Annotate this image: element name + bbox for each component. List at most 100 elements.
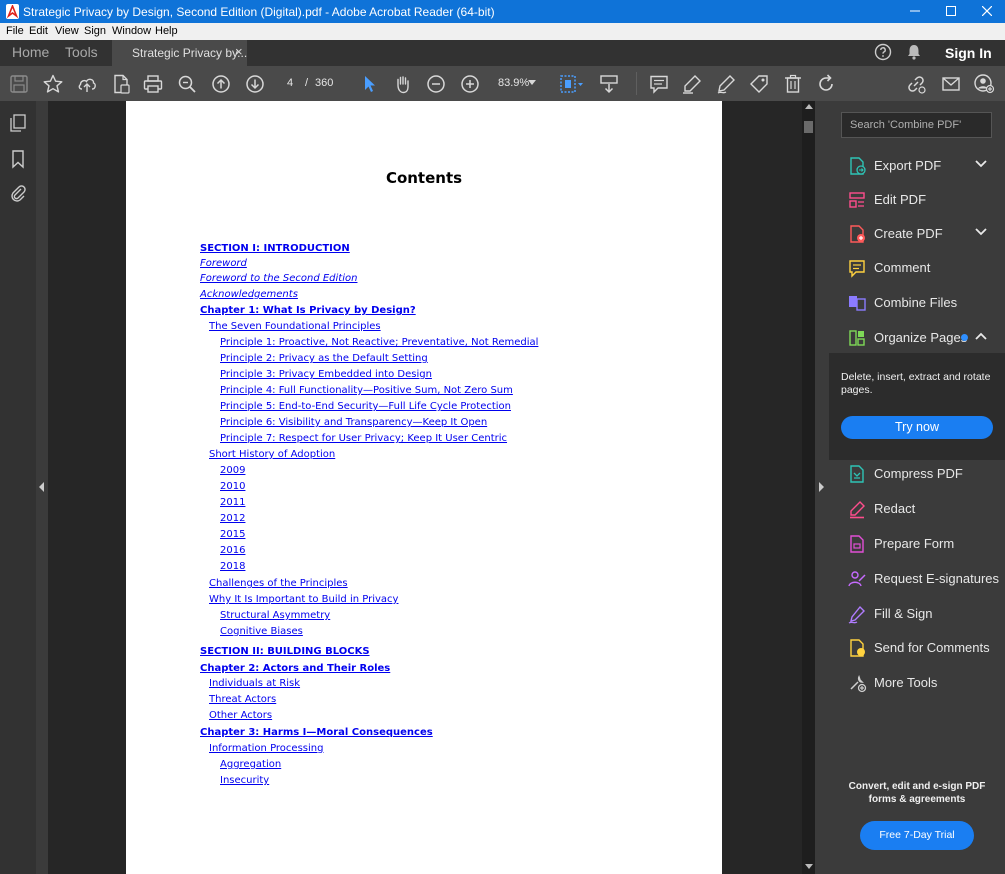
toc-link[interactable]: Structural Asymmetry [220, 610, 330, 621]
minimize-button[interactable] [897, 0, 933, 23]
select-cursor-icon[interactable] [358, 73, 380, 95]
menu-sign[interactable]: Sign [84, 25, 106, 37]
toc-link[interactable]: Principle 7: Respect for User Privacy; K… [220, 433, 507, 444]
previous-page-icon[interactable] [210, 73, 232, 95]
tab-tools[interactable]: Tools [65, 44, 98, 60]
menu-view[interactable]: View [55, 25, 79, 37]
sign-in-button[interactable]: Sign In [945, 45, 992, 61]
help-icon[interactable] [874, 43, 892, 61]
rotate-redo-icon[interactable] [815, 73, 837, 95]
toc-link[interactable]: 2016 [220, 545, 245, 556]
tool-compress-pdf[interactable]: Compress PDF [829, 457, 1005, 491]
comment-icon[interactable] [648, 73, 670, 95]
menu-help[interactable]: Help [155, 25, 178, 37]
zoom-dropdown-chevron-icon[interactable] [528, 80, 536, 88]
bookmark-star-icon[interactable] [42, 73, 64, 95]
bookmarks-icon[interactable] [8, 149, 28, 169]
attachments-paperclip-icon[interactable] [8, 183, 28, 203]
add-user-share-icon[interactable] [973, 73, 995, 95]
tool-more-tools[interactable]: More Tools [829, 666, 1005, 700]
toc-link[interactable]: Challenges of the Principles [209, 578, 348, 589]
toc-link[interactable]: Information Processing [209, 743, 323, 754]
tool-redact[interactable]: Redact [829, 492, 1005, 526]
right-pane-toggle[interactable] [815, 101, 829, 874]
create-pdf-file-icon[interactable] [110, 73, 132, 95]
toc-link[interactable]: Chapter 2: Actors and Their Roles [200, 663, 390, 674]
stamp-tag-icon[interactable] [748, 73, 770, 95]
scroll-down-arrow-icon[interactable] [805, 864, 813, 869]
tool-organize-pages[interactable]: Organize Pages [829, 321, 1005, 355]
toc-link[interactable]: Principle 3: Privacy Embedded into Desig… [220, 369, 432, 380]
delete-trash-icon[interactable] [782, 73, 804, 95]
chevron-down-icon[interactable] [975, 228, 987, 236]
save-icon[interactable] [8, 73, 30, 95]
free-trial-button[interactable]: Free 7-Day Trial [860, 821, 974, 850]
draw-pen-icon[interactable] [715, 73, 737, 95]
tools-search-input[interactable] [842, 113, 991, 137]
tab-document[interactable]: Strategic Privacy by... × [112, 40, 247, 66]
close-window-button[interactable] [969, 0, 1005, 23]
tools-search[interactable] [841, 112, 992, 138]
maximize-button[interactable] [933, 0, 969, 23]
document-viewport[interactable]: Contents SECTION I: INTRODUCTION Foreword… [48, 101, 802, 874]
chevron-down-icon[interactable] [975, 160, 987, 168]
toc-link[interactable]: Individuals at Risk [209, 678, 300, 689]
toc-link[interactable]: Why It Is Important to Build in Privacy [209, 594, 398, 605]
page-thumbnails-icon[interactable] [8, 113, 28, 133]
toc-link[interactable]: Foreword to the Second Edition [200, 273, 357, 284]
email-envelope-icon[interactable] [940, 73, 962, 95]
tool-send-for-comments[interactable]: Send for Comments [829, 631, 1005, 665]
toc-link[interactable]: Principle 4: Full Functionality—Positive… [220, 385, 513, 396]
notifications-bell-icon[interactable] [906, 43, 922, 61]
tool-comment[interactable]: Comment [829, 251, 1005, 285]
tool-request-e-signatures[interactable]: Request E-signatures [829, 562, 1005, 596]
zoom-level-select[interactable]: 83.9% [498, 77, 529, 89]
toc-link[interactable]: Cognitive Biases [220, 626, 303, 637]
print-icon[interactable] [142, 73, 164, 95]
highlight-pen-icon[interactable] [681, 73, 703, 95]
zoom-out-search-icon[interactable] [176, 73, 198, 95]
zoom-out-icon[interactable] [425, 73, 447, 95]
close-tab-icon[interactable]: × [235, 44, 243, 59]
toc-link[interactable]: Principle 6: Visibility and Transparency… [220, 417, 487, 428]
tool-export-pdf[interactable]: Export PDF [829, 149, 1005, 183]
toc-link[interactable]: 2018 [220, 561, 245, 572]
toc-link[interactable]: 2009 [220, 465, 245, 476]
toc-link[interactable]: Principle 1: Proactive, Not Reactive; Pr… [220, 337, 538, 348]
upload-cloud-icon[interactable] [76, 73, 98, 95]
toc-link[interactable]: 2012 [220, 513, 245, 524]
toc-link[interactable]: Principle 5: End-to-End Security—Full Li… [220, 401, 511, 412]
toc-link[interactable]: Principle 2: Privacy as the Default Sett… [220, 353, 428, 364]
toc-link[interactable]: The Seven Foundational Principles [209, 321, 381, 332]
zoom-in-icon[interactable] [459, 73, 481, 95]
toc-link[interactable]: 2015 [220, 529, 245, 540]
toc-link[interactable]: Chapter 1: What Is Privacy by Design? [200, 305, 416, 316]
tool-combine-files[interactable]: Combine Files [829, 286, 1005, 320]
menu-file[interactable]: File [6, 25, 24, 37]
toc-link[interactable]: Chapter 3: Harms I—Moral Consequences [200, 727, 433, 738]
tool-edit-pdf[interactable]: Edit PDF [829, 183, 1005, 217]
toc-link[interactable]: 2010 [220, 481, 245, 492]
try-now-button[interactable]: Try now [841, 416, 993, 439]
scrollbar-thumb[interactable] [804, 121, 813, 133]
toc-link[interactable]: Insecurity [220, 775, 269, 786]
share-link-icon[interactable] [905, 73, 927, 95]
scroll-mode-icon[interactable] [598, 73, 620, 95]
next-page-icon[interactable] [244, 73, 266, 95]
tab-home[interactable]: Home [12, 44, 49, 60]
hand-tool-icon[interactable] [392, 73, 414, 95]
toc-link[interactable]: Acknowledgements [200, 289, 298, 300]
page-number-input[interactable]: 4 [287, 77, 293, 89]
tool-fill-sign[interactable]: Fill & Sign [829, 597, 1005, 631]
toc-link[interactable]: 2011 [220, 497, 245, 508]
toc-link[interactable]: Short History of Adoption [209, 449, 335, 460]
menu-window[interactable]: Window [112, 25, 151, 37]
document-scrollbar[interactable] [802, 101, 815, 874]
toc-link[interactable]: Threat Actors [209, 694, 276, 705]
scroll-up-arrow-icon[interactable] [805, 104, 813, 109]
toc-link[interactable]: SECTION II: BUILDING BLOCKS [200, 646, 370, 657]
tool-prepare-form[interactable]: Prepare Form [829, 527, 1005, 561]
chevron-up-icon[interactable] [975, 332, 987, 340]
toc-link[interactable]: Other Actors [209, 710, 272, 721]
menu-edit[interactable]: Edit [29, 25, 48, 37]
